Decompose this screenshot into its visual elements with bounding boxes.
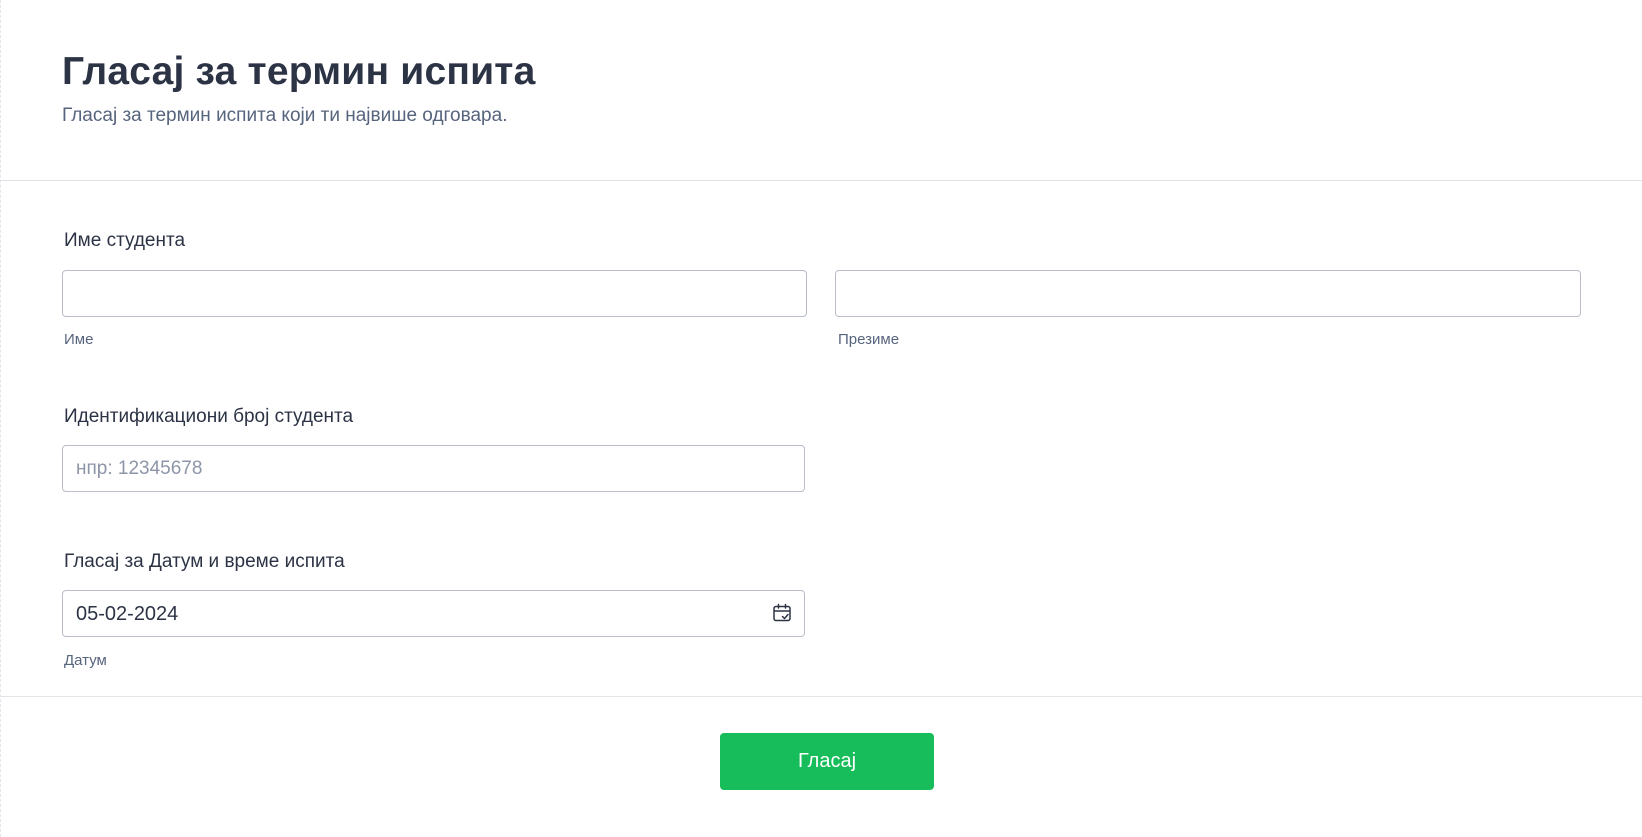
student-id-input[interactable] xyxy=(62,445,805,492)
exam-date-field[interactable]: 05-02-2024 xyxy=(62,590,805,637)
first-name-sublabel: Име xyxy=(64,331,94,348)
exam-date-label: Гласај за Датум и време испита xyxy=(64,551,345,572)
footer-divider xyxy=(0,696,1642,697)
last-name-sublabel: Презиме xyxy=(838,331,900,348)
exam-date-value: 05-02-2024 xyxy=(76,603,179,625)
form-header: Гласај за термин испита Гласај за термин… xyxy=(0,0,1642,181)
student-name-label: Име студента xyxy=(64,230,186,251)
exam-date-sublabel: Датум xyxy=(64,652,107,669)
submit-vote-button[interactable]: Гласај xyxy=(720,733,934,790)
page-subtitle: Гласај за термин испита који ти највише … xyxy=(62,105,508,126)
student-id-label: Идентификациони број студента xyxy=(64,406,354,427)
last-name-input[interactable] xyxy=(835,270,1581,317)
page-title: Гласај за термин испита xyxy=(62,50,536,93)
calendar-check-icon[interactable] xyxy=(772,603,792,623)
first-name-input[interactable] xyxy=(62,270,807,317)
